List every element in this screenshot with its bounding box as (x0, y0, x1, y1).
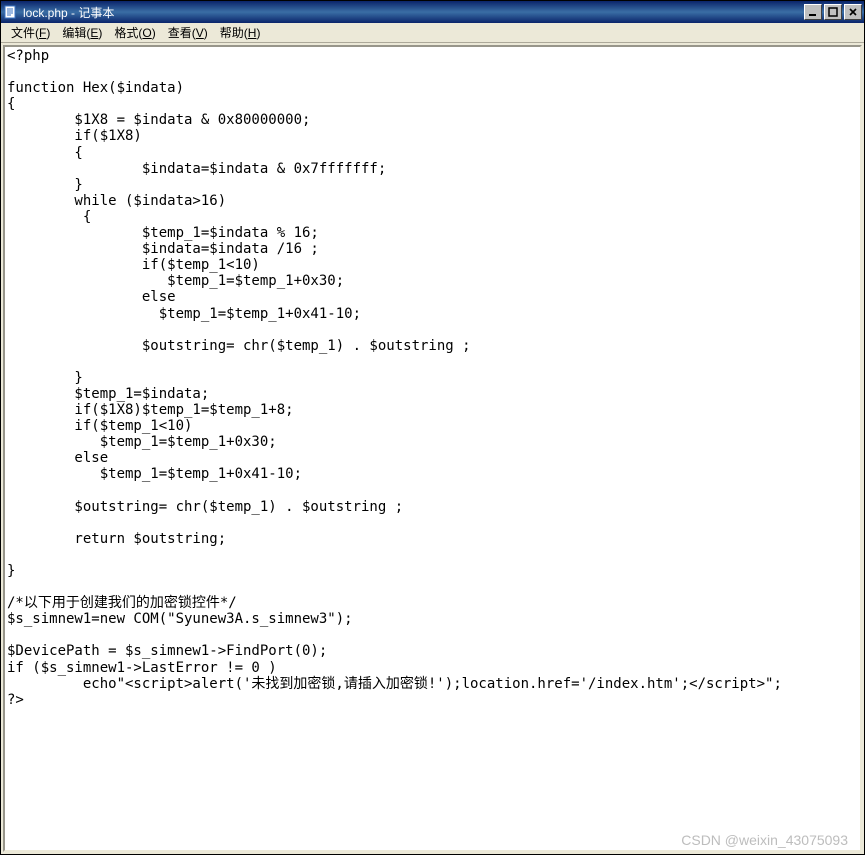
client-area-wrap: <?php function Hex($indata) { $1X8 = $in… (1, 43, 864, 854)
menu-format[interactable]: 格式(O) (108, 22, 161, 43)
menu-edit[interactable]: 编辑(E) (56, 22, 108, 43)
menu-view-label: 查看 (168, 26, 192, 40)
notepad-icon (3, 4, 19, 20)
notepad-window: lock.php - 记事本 文件(F) 编辑(E) 格式(O) 查看(V) (0, 0, 865, 855)
menu-help-key: H (248, 26, 257, 40)
menu-edit-label: 编辑 (62, 26, 86, 40)
menubar: 文件(F) 编辑(E) 格式(O) 查看(V) 帮助(H) (1, 23, 864, 43)
menu-format-key: O (142, 26, 151, 40)
menu-file-label: 文件 (11, 26, 35, 40)
menu-file-key: F (39, 26, 46, 40)
close-button[interactable] (844, 4, 862, 20)
menu-view-key: V (196, 26, 204, 40)
minimize-button[interactable] (804, 4, 822, 20)
menu-edit-key: E (90, 26, 98, 40)
window-buttons (804, 4, 862, 20)
editor-textarea[interactable]: <?php function Hex($indata) { $1X8 = $in… (5, 47, 860, 850)
client-area: <?php function Hex($indata) { $1X8 = $in… (3, 45, 862, 852)
menu-format-label: 格式 (114, 26, 138, 40)
menu-help[interactable]: 帮助(H) (214, 22, 267, 43)
menu-file[interactable]: 文件(F) (5, 22, 56, 43)
maximize-button[interactable] (824, 4, 842, 20)
titlebar[interactable]: lock.php - 记事本 (1, 1, 864, 23)
menu-help-label: 帮助 (220, 26, 244, 40)
window-title: lock.php - 记事本 (23, 4, 804, 21)
menu-view[interactable]: 查看(V) (162, 22, 214, 43)
